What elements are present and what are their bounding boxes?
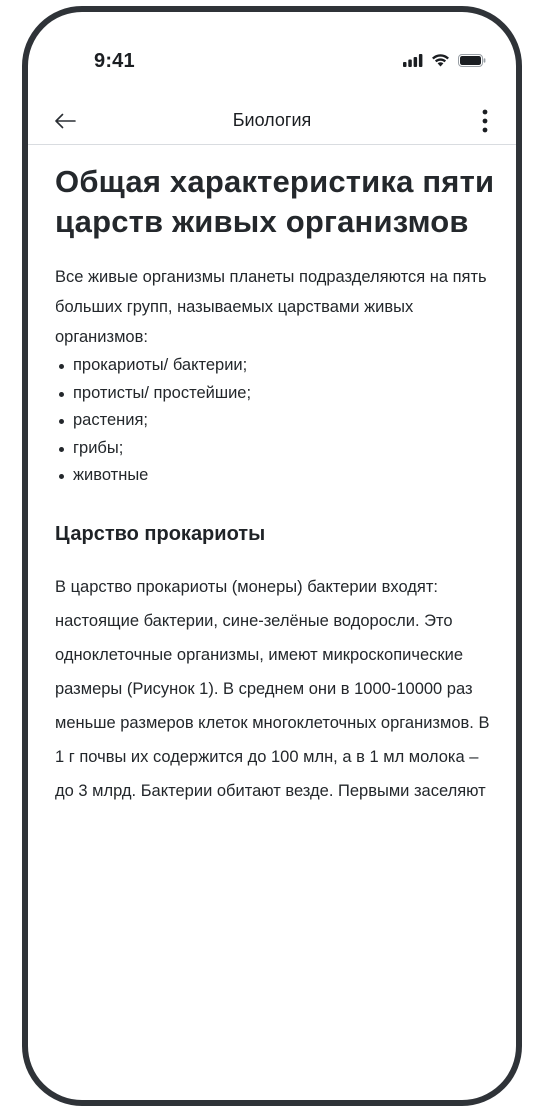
battery-icon [458,53,486,67]
kingdoms-list: прокариоты/ бактерии; протисты/ простейш… [55,352,496,490]
status-bar: 9:41 [28,12,516,92]
phone-frame: 9:41 Биология Общая характеристика пяти … [22,6,522,1106]
list-item: протисты/ простейшие; [55,380,496,408]
app-bar: Биология [28,98,516,145]
article-content: Общая характеристика пяти царств живых о… [55,162,496,808]
more-vertical-icon [482,109,488,133]
app-bar-title: Биология [232,110,312,130]
section-title: Царство прокариоты [55,522,266,545]
list-item: грибы; [55,435,496,463]
article-intro: Все живые организмы планеты подразделяют… [55,268,487,346]
list-item: животные [55,462,496,490]
list-item: прокариоты/ бактерии; [55,352,496,380]
wifi-icon [432,54,449,67]
status-icons [403,53,486,67]
more-menu-button[interactable] [472,104,498,138]
article-title: Общая характеристика пяти царств живых о… [55,164,495,239]
list-item: растения; [55,407,496,435]
signal-icon [403,53,423,67]
status-time: 9:41 [94,50,135,72]
section-body: В царство прокариоты (монеры) бактерии в… [55,577,490,800]
